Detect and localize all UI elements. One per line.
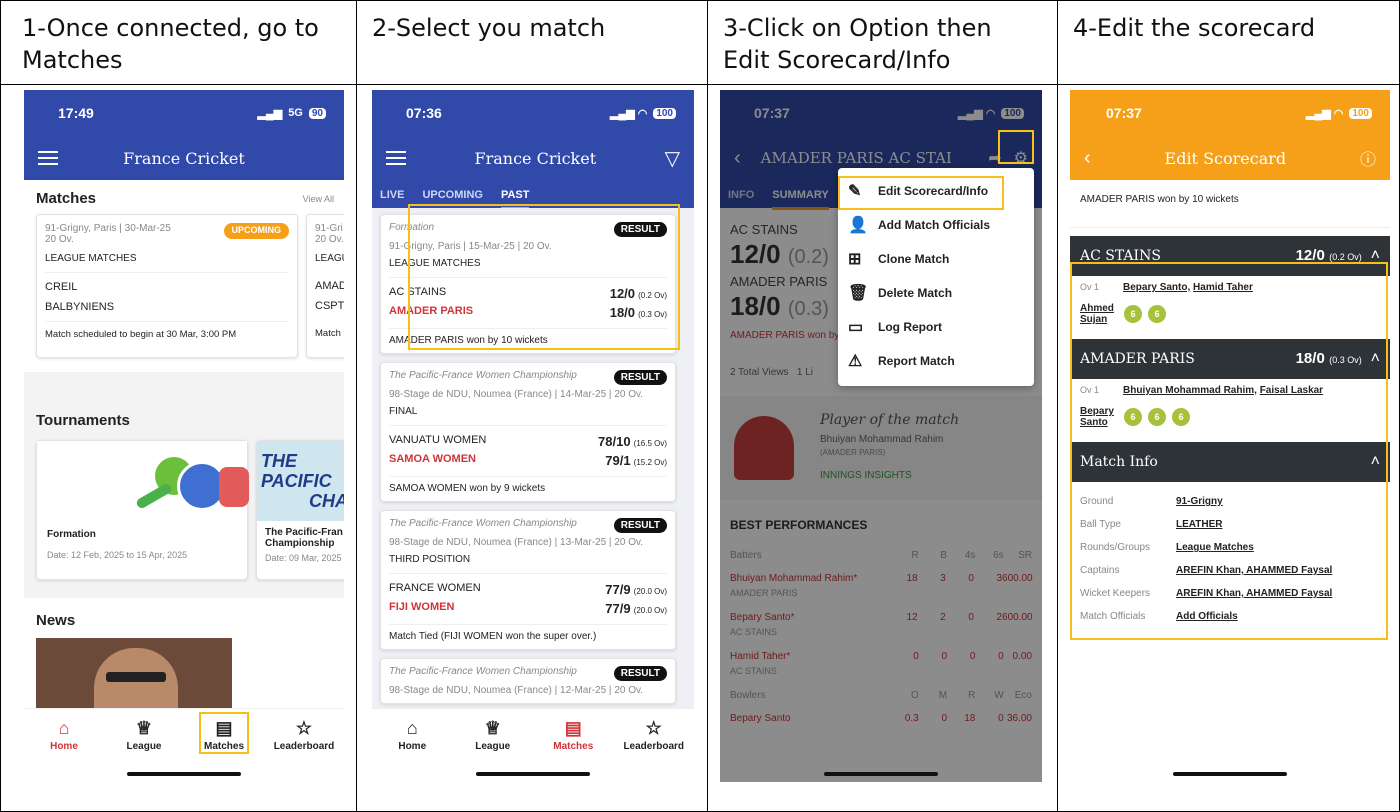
phone-screen-4: 07:37 ▂▄▆ ◠ 100 ‹ Edit Scorecard ⓘ AMADER PA… xyxy=(1070,90,1390,782)
clone-icon: ⊞ xyxy=(848,251,862,268)
match-card[interactable]: The Pacific-France Women Championship RES… xyxy=(380,658,676,704)
trash-icon: 🗑 xyxy=(848,285,869,302)
league-label: LEAGUE MATCHES xyxy=(45,253,289,273)
home-indicator xyxy=(824,772,938,776)
highlight-gear xyxy=(998,130,1034,164)
back-icon[interactable]: ‹ xyxy=(1084,147,1091,170)
step-1-heading: 1-Once connected, go to Matches xyxy=(22,14,319,74)
menu-item-5[interactable]: ⚠ Report Match xyxy=(838,344,1034,378)
menu-item-1[interactable]: 👤 Add Match Officials xyxy=(838,208,1034,242)
clock: 17:49 xyxy=(58,105,94,121)
result-badge: RESULT xyxy=(613,370,667,385)
tournament-card[interactable]: Formation Date: 12 Feb, 2025 to 15 Apr, … xyxy=(36,440,249,580)
home-indicator xyxy=(127,772,241,776)
signal-icon: ▂▄▆ ◠ xyxy=(1305,107,1344,120)
view-all-link[interactable]: View All xyxy=(303,194,334,204)
match-note: Match scheduled to begin at 30 Mar, 3:00… xyxy=(45,329,237,340)
phone-screen-1: 17:49 ▂▄▆ 5G 90 France Cricket Matches View… xyxy=(24,90,344,782)
app-title: France Cricket xyxy=(123,148,245,168)
highlight-matches-tab xyxy=(199,712,249,754)
signal-icon: ▂▄▆ xyxy=(257,107,283,120)
match-card-2[interactable]: 91-Gri20 Ov. LEAGU AMAD CSPT Match xyxy=(306,214,344,358)
home-indicator xyxy=(1173,772,1287,776)
step-3-heading: 3-Click on Option then Edit Scorecard/In… xyxy=(723,14,992,74)
home-indicator xyxy=(476,772,590,776)
tournament-card-2[interactable]: THE PACIFICCHA The Pacific-Fran Champion… xyxy=(256,440,344,580)
result-badge: RESULT xyxy=(613,666,667,681)
phone-screen-3: 07:37 ▂▄▆ ◠ 100 ‹ AMADER PARIS AC STAI ➦ ⚙ IN… xyxy=(720,90,1042,782)
status-bar: 07:36 ▂▄▆ ◠ 100 xyxy=(372,90,694,136)
news-heading: News xyxy=(36,612,76,629)
signal-icon: ▂▄▆ ◠ xyxy=(609,107,648,120)
home-icon: ⌂ xyxy=(58,718,70,738)
battery-icon: 100 xyxy=(653,107,676,119)
tournament-image xyxy=(37,441,249,521)
report-icon: ⚠ xyxy=(848,353,863,370)
menu-item-2[interactable]: ⊞ Clone Match xyxy=(838,242,1034,276)
upcoming-badge: UPCOMING xyxy=(223,223,289,239)
match-card[interactable]: 91-Grigny, Paris | 30-Mar-25 20 Ov. UPCOMI… xyxy=(36,214,298,358)
match-card[interactable]: The Pacific-France Women Championship RES… xyxy=(380,362,676,502)
status-bar: 17:49 ▂▄▆ 5G 90 xyxy=(24,90,344,136)
result-text: AMADER PARIS won by 10 wickets xyxy=(1070,180,1390,228)
highlight-edit-option xyxy=(838,176,1004,210)
highlight-selected-match xyxy=(408,204,680,350)
tournaments-heading: Tournaments xyxy=(36,412,130,429)
team-1: CREIL xyxy=(45,281,78,293)
help-icon[interactable]: ⓘ xyxy=(1360,146,1376,170)
bottom-nav: ⌂ Home ♕ League ▤ Matches ☆ Leaderboard xyxy=(372,708,694,782)
step-2-heading: 2-Select you match xyxy=(372,14,606,42)
step-4-heading: 4-Edit the scorecard xyxy=(1073,14,1316,42)
match-card[interactable]: The Pacific-France Women Championship RES… xyxy=(380,510,676,650)
podium-icon: ☆ xyxy=(295,718,313,738)
trophy-icon: ♕ xyxy=(135,718,153,738)
nav-leaderboard[interactable]: ☆ Leaderboard xyxy=(619,719,689,782)
battery-icon: 100 xyxy=(1349,107,1372,119)
menu-icon[interactable] xyxy=(38,151,58,165)
podium-icon: ☆ xyxy=(645,718,662,738)
result-badge: RESULT xyxy=(613,518,667,533)
phone-screen-2: 07:36 ▂▄▆ ◠ 100 France Cricket ▽ LIVE UPCOMI… xyxy=(372,90,694,782)
battery-icon: 90 xyxy=(308,107,326,119)
log-icon: ▭ xyxy=(848,319,864,336)
menu-item-3[interactable]: 🗑 Delete Match xyxy=(838,276,1034,310)
menu-item-4[interactable]: ▭ Log Report xyxy=(838,310,1034,344)
network-label: 5G xyxy=(288,107,303,119)
menu-icon[interactable] xyxy=(386,151,406,165)
home-icon: ⌂ xyxy=(406,718,418,738)
nav-home[interactable]: ⌂ Home xyxy=(29,719,99,782)
filter-icon[interactable]: ▽ xyxy=(665,146,680,171)
highlight-scorecard xyxy=(1070,262,1388,640)
official-icon: 👤 xyxy=(848,217,868,234)
matches-heading: Matches xyxy=(36,190,97,207)
tournament-banner: THE PACIFICCHA xyxy=(257,441,344,521)
bottom-nav: ⌂ Home ♕ League ▤ Matches ☆ Leaderboard xyxy=(24,708,344,782)
nav-home[interactable]: ⌂ Home xyxy=(377,719,447,782)
nav-leaderboard[interactable]: ☆ Leaderboard xyxy=(269,719,339,782)
matches-icon: ▤ xyxy=(564,718,582,738)
tab-upcoming[interactable]: UPCOMING xyxy=(422,189,483,201)
team-2: BALBYNIENS xyxy=(45,301,289,322)
tab-live[interactable]: LIVE xyxy=(380,189,404,201)
trophy-icon: ♕ xyxy=(484,718,501,738)
